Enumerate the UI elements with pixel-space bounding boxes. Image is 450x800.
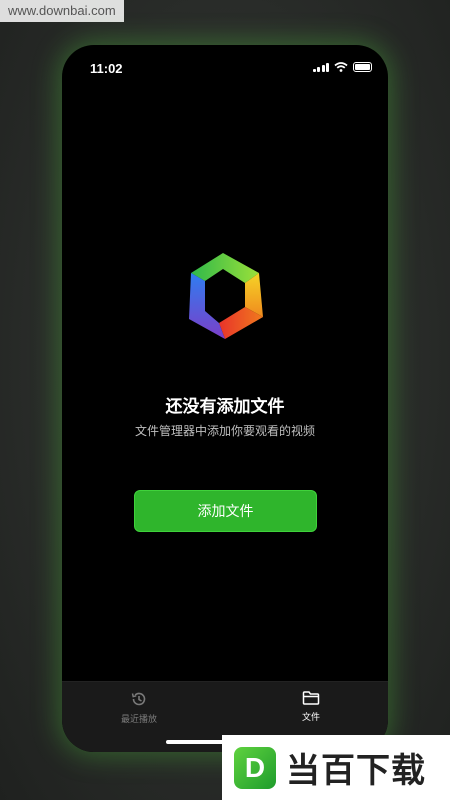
brand-text: 当百下载 <box>286 752 426 790</box>
add-file-button[interactable]: 添加文件 <box>134 490 317 532</box>
tab-recent-label: 最近播放 <box>120 714 157 724</box>
folder-icon <box>302 691 320 705</box>
wifi-icon <box>334 62 348 72</box>
history-icon <box>131 692 146 706</box>
status-bar: 11:02 <box>62 45 388 89</box>
brand-logo-icon: D <box>234 746 276 789</box>
app-logo-icon <box>189 253 263 339</box>
tab-files[interactable]: 文件 <box>251 690 371 723</box>
tab-recent[interactable]: 最近播放 <box>79 690 199 725</box>
signal-icon <box>312 62 329 72</box>
brand-watermark: D 当百下载 <box>222 735 450 800</box>
site-watermark: www.downbai.com <box>0 0 124 22</box>
battery-icon <box>353 62 372 72</box>
empty-state-title: 还没有添加文件 <box>165 397 285 416</box>
tab-files-label: 文件 <box>301 712 320 722</box>
status-icons <box>312 62 372 72</box>
empty-state-subtitle: 文件管理器中添加你要观看的视频 <box>134 424 315 438</box>
status-time: 11:02 <box>90 61 123 76</box>
phone-screen: 11:02 还没有添加文件 文件管理器中添加你要观看的视频 添加文件 最近播放 … <box>62 45 388 752</box>
